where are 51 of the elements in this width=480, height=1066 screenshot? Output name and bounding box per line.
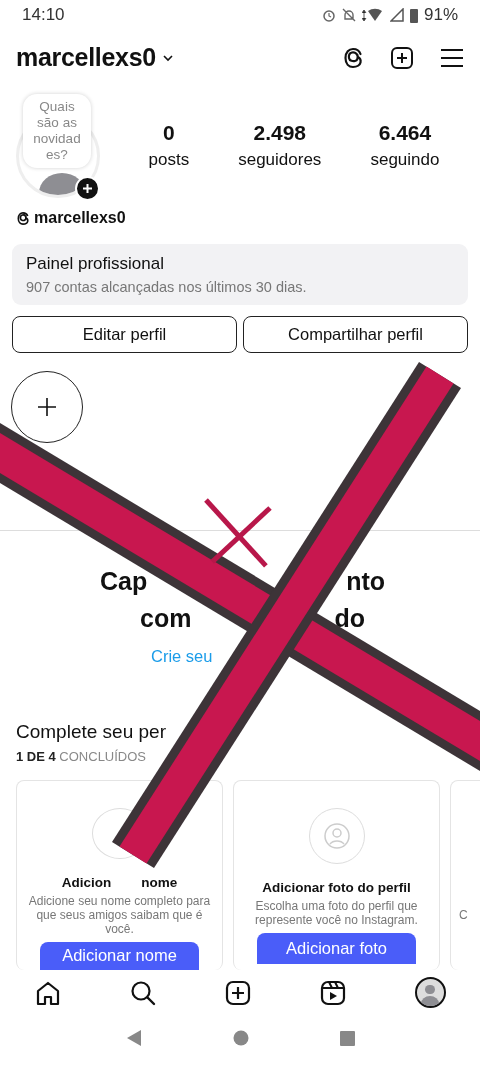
muted-bell-icon [341, 8, 356, 22]
add-icon[interactable] [390, 45, 414, 70]
stat-count: 0 [163, 120, 175, 145]
card-description: Adicione seu nome completo para que seus amigos saibam que é você. [27, 893, 212, 936]
threads-icon [16, 210, 30, 226]
dashboard-title: Painel profissional [26, 254, 165, 274]
stat-count: 6.464 [378, 120, 432, 145]
reels-icon[interactable] [319, 979, 346, 1006]
professional-dashboard-card[interactable]: Painel profissional 907 contas alcançadas nos últimos 30 dias. [12, 244, 468, 305]
recents-icon[interactable] [339, 1030, 355, 1046]
search-icon[interactable] [129, 979, 156, 1006]
share-profile-button[interactable]: Compartilhar perfil [243, 316, 468, 353]
section-title: Complete seu per [15, 721, 167, 743]
signal-icon [389, 8, 404, 22]
back-icon[interactable] [125, 1029, 142, 1047]
account-username[interactable]: marcellexs0 [16, 43, 156, 72]
add-button[interactable]: Adicionar nome [40, 941, 199, 970]
add-button[interactable]: Adicionar foto [257, 933, 416, 964]
threads-handle[interactable]: marcellexs0 [34, 209, 126, 227]
home-icon[interactable] [34, 979, 61, 1006]
stat-label[interactable]: posts [148, 149, 190, 170]
card-description: Escolha uma foto do perfil que represente você no Instagram. [254, 899, 419, 927]
card-title: Adicionar foto do perfil [262, 880, 411, 895]
card-title: Adicion [61, 874, 112, 890]
empty-state-headline: nto [346, 567, 385, 596]
person-icon [322, 822, 351, 850]
dashboard-subtitle: 907 contas alcançadas nos últimos 30 dias. [26, 279, 308, 295]
battery-level: 91% [423, 5, 458, 25]
plus-icon [37, 397, 57, 417]
stat-count: 2.498 [253, 120, 307, 145]
stat-label[interactable]: seguindo [370, 149, 440, 170]
empty-state-headline: Cap [100, 567, 148, 596]
progress-text: 1 DE 4 CONCLUÍDOS [15, 749, 148, 764]
profile-tab-avatar[interactable] [414, 977, 446, 1008]
wifi-icon [361, 8, 384, 22]
empty-state-headline: do [334, 604, 365, 633]
stat-label[interactable]: seguidores [238, 149, 322, 170]
add-story-icon[interactable] [75, 176, 100, 201]
card-title: nome [141, 874, 178, 890]
edit-profile-button[interactable]: Editar perfil [12, 316, 237, 353]
threads-icon[interactable] [342, 45, 364, 70]
chevron-down-icon[interactable] [161, 53, 174, 62]
home-circle-icon[interactable] [232, 1030, 249, 1046]
card-description: C [459, 908, 468, 922]
menu-icon[interactable] [440, 47, 464, 68]
note-tooltip[interactable]: Quais são as novidad es? [23, 94, 91, 168]
battery-icon [409, 7, 418, 23]
alarm-icon [321, 8, 336, 22]
clock-time: 14:10 [22, 5, 65, 25]
empty-state-headline: com [140, 604, 192, 633]
add-icon[interactable] [224, 979, 251, 1006]
